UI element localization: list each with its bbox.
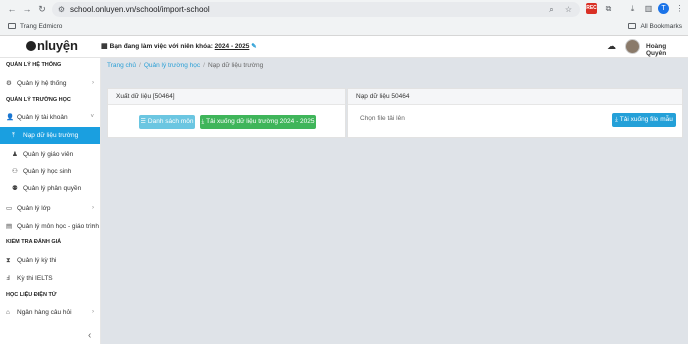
- section-digital: HỌC LIỆU ĐIỆN TỬ: [6, 292, 57, 298]
- forward-icon[interactable]: →: [21, 3, 33, 15]
- sidebar-item-classes[interactable]: ▭ Quản lý lớp ›: [0, 200, 100, 217]
- book-icon: ▤: [6, 223, 13, 230]
- sidepanel-icon[interactable]: ▥: [643, 3, 654, 14]
- breadcrumb-separator: /: [203, 62, 205, 69]
- chevron-right-icon: ›: [92, 223, 94, 229]
- folder-icon: [628, 23, 637, 30]
- import-card-title: Nạp dữ liệu 50464: [348, 89, 682, 105]
- sidebar-item-question-bank[interactable]: ⌂ Ngân hàng câu hỏi ›: [0, 304, 100, 321]
- school-year-bar: ▦ Bạn đang làm việc với niên khóa: 2024 -…: [101, 43, 257, 50]
- profile-icon[interactable]: T: [658, 3, 669, 14]
- hourglass-icon: ⧗: [6, 257, 11, 264]
- sidebar-item-accounts[interactable]: 👤 Quản lý tài khoản ˅: [0, 109, 100, 126]
- calendar-icon: ▦: [101, 43, 108, 50]
- collapse-sidebar-icon[interactable]: ‹: [88, 330, 91, 341]
- ielts-icon: Ⅎ: [6, 275, 10, 282]
- gears-icon: ⚙: [6, 80, 12, 87]
- file-upload-input[interactable]: Chọn file tải lên: [355, 112, 605, 126]
- breadcrumb-school[interactable]: Quản lý trường học: [144, 62, 200, 69]
- subject-list-button[interactable]: ☰ Danh sách môn: [139, 115, 195, 129]
- bookmark-star-icon[interactable]: ☆: [563, 4, 574, 15]
- chevron-right-icon: ›: [92, 205, 94, 211]
- section-school: QUẢN LÝ TRƯỜNG HỌC: [6, 97, 71, 103]
- chevron-right-icon: ›: [92, 309, 94, 315]
- back-icon[interactable]: ←: [6, 3, 18, 15]
- address-bar[interactable]: ⚙ school.onluyen.vn/school/import-school…: [52, 2, 580, 17]
- sidebar-item-students[interactable]: ⚇ Quản lý học sinh: [0, 163, 100, 180]
- breadcrumb-current: Nạp dữ liệu trường: [207, 62, 264, 69]
- sidebar-item-subjects[interactable]: ▤ Quản lý môn học - giáo trình ›: [0, 218, 100, 235]
- bookmarks-bar: Trang Edmicro All Bookmarks: [0, 20, 688, 34]
- section-system: QUẢN LÝ HỆ THỐNG: [6, 62, 62, 68]
- download-icon[interactable]: ⤓: [627, 3, 638, 14]
- chevron-down-icon: ˅: [90, 114, 94, 120]
- sidebar-item-roles[interactable]: ⚉ Quản lý phân quyền: [0, 180, 100, 197]
- breadcrumb-separator: /: [139, 62, 141, 69]
- recorder-extension-icon[interactable]: REC: [586, 3, 597, 14]
- section-exam: KIỂM TRA ĐÁNH GIÁ: [6, 239, 62, 245]
- edit-icon[interactable]: ✎: [251, 43, 256, 50]
- export-card-title: Xuất dữ liệu [50464]: [108, 89, 345, 105]
- logo[interactable]: nluyện: [26, 38, 78, 53]
- bookmark-edmicro[interactable]: Trang Edmicro: [8, 20, 62, 34]
- teacher-icon: ♟: [12, 151, 18, 158]
- sidebar-item-system[interactable]: ⚙ Quản lý hệ thống ›: [0, 75, 100, 92]
- all-bookmarks[interactable]: All Bookmarks: [628, 20, 682, 34]
- app-header: nluyện ▦ Bạn đang làm việc với niên khóa:…: [0, 36, 688, 58]
- sidebar: QUẢN LÝ HỆ THỐNG ⚙ Quản lý hệ thống › QU…: [0, 58, 101, 344]
- school-year-value[interactable]: 2024 - 2025: [215, 43, 250, 50]
- export-card: Xuất dữ liệu [50464] ☰ Danh sách môn ⤓ Tải…: [107, 88, 346, 138]
- upload-icon: ⤒: [12, 132, 15, 139]
- url-text: school.onluyen.vn/school/import-school: [70, 5, 210, 14]
- list-icon: ☰: [140, 119, 146, 125]
- download-icon: ⤓: [201, 119, 205, 125]
- cloud-download-icon[interactable]: ☁: [607, 41, 616, 52]
- chevron-right-icon: ›: [92, 80, 94, 86]
- avatar[interactable]: [625, 39, 640, 54]
- extensions-icon[interactable]: ⧉: [603, 3, 614, 14]
- students-icon: ⚇: [12, 168, 18, 175]
- sidebar-item-ielts[interactable]: Ⅎ Kỳ thi IELTS: [0, 270, 100, 287]
- folder-icon: [8, 23, 16, 30]
- user-lock-icon: ⚉: [12, 185, 18, 192]
- sidebar-item-exams[interactable]: ⧗ Quản lý kỳ thi: [0, 252, 100, 269]
- browser-chrome: ← → ↻ ⚙ school.onluyen.vn/school/import-…: [0, 0, 688, 36]
- sidebar-item-import-data[interactable]: ⤒ Nạp dữ liệu trường: [0, 127, 100, 144]
- bank-icon: ⌂: [6, 309, 10, 316]
- menu-icon[interactable]: ⋮: [674, 3, 685, 14]
- user-name[interactable]: Hoàng Quyên: [646, 43, 688, 57]
- user-icon: 👤: [6, 114, 15, 121]
- logo-mark-icon: [26, 41, 36, 51]
- download-template-button[interactable]: ⤓ Tải xuống file mẫu: [612, 113, 676, 127]
- breadcrumb-home[interactable]: Trang chủ: [107, 62, 136, 69]
- download-school-data-button[interactable]: ⤓ Tải xuống dữ liệu trường 2024 - 2025: [200, 115, 316, 129]
- zoom-icon[interactable]: ⌕: [546, 4, 557, 15]
- class-icon: ▭: [6, 205, 13, 212]
- download-icon: ⤓: [615, 117, 618, 123]
- reload-icon[interactable]: ↻: [36, 3, 48, 15]
- sidebar-item-teachers[interactable]: ♟ Quản lý giáo viên: [0, 146, 100, 163]
- breadcrumb: Trang chủ / Quản lý trường học / Nạp dữ liệu…: [107, 62, 263, 69]
- site-info-icon[interactable]: ⚙: [56, 4, 67, 15]
